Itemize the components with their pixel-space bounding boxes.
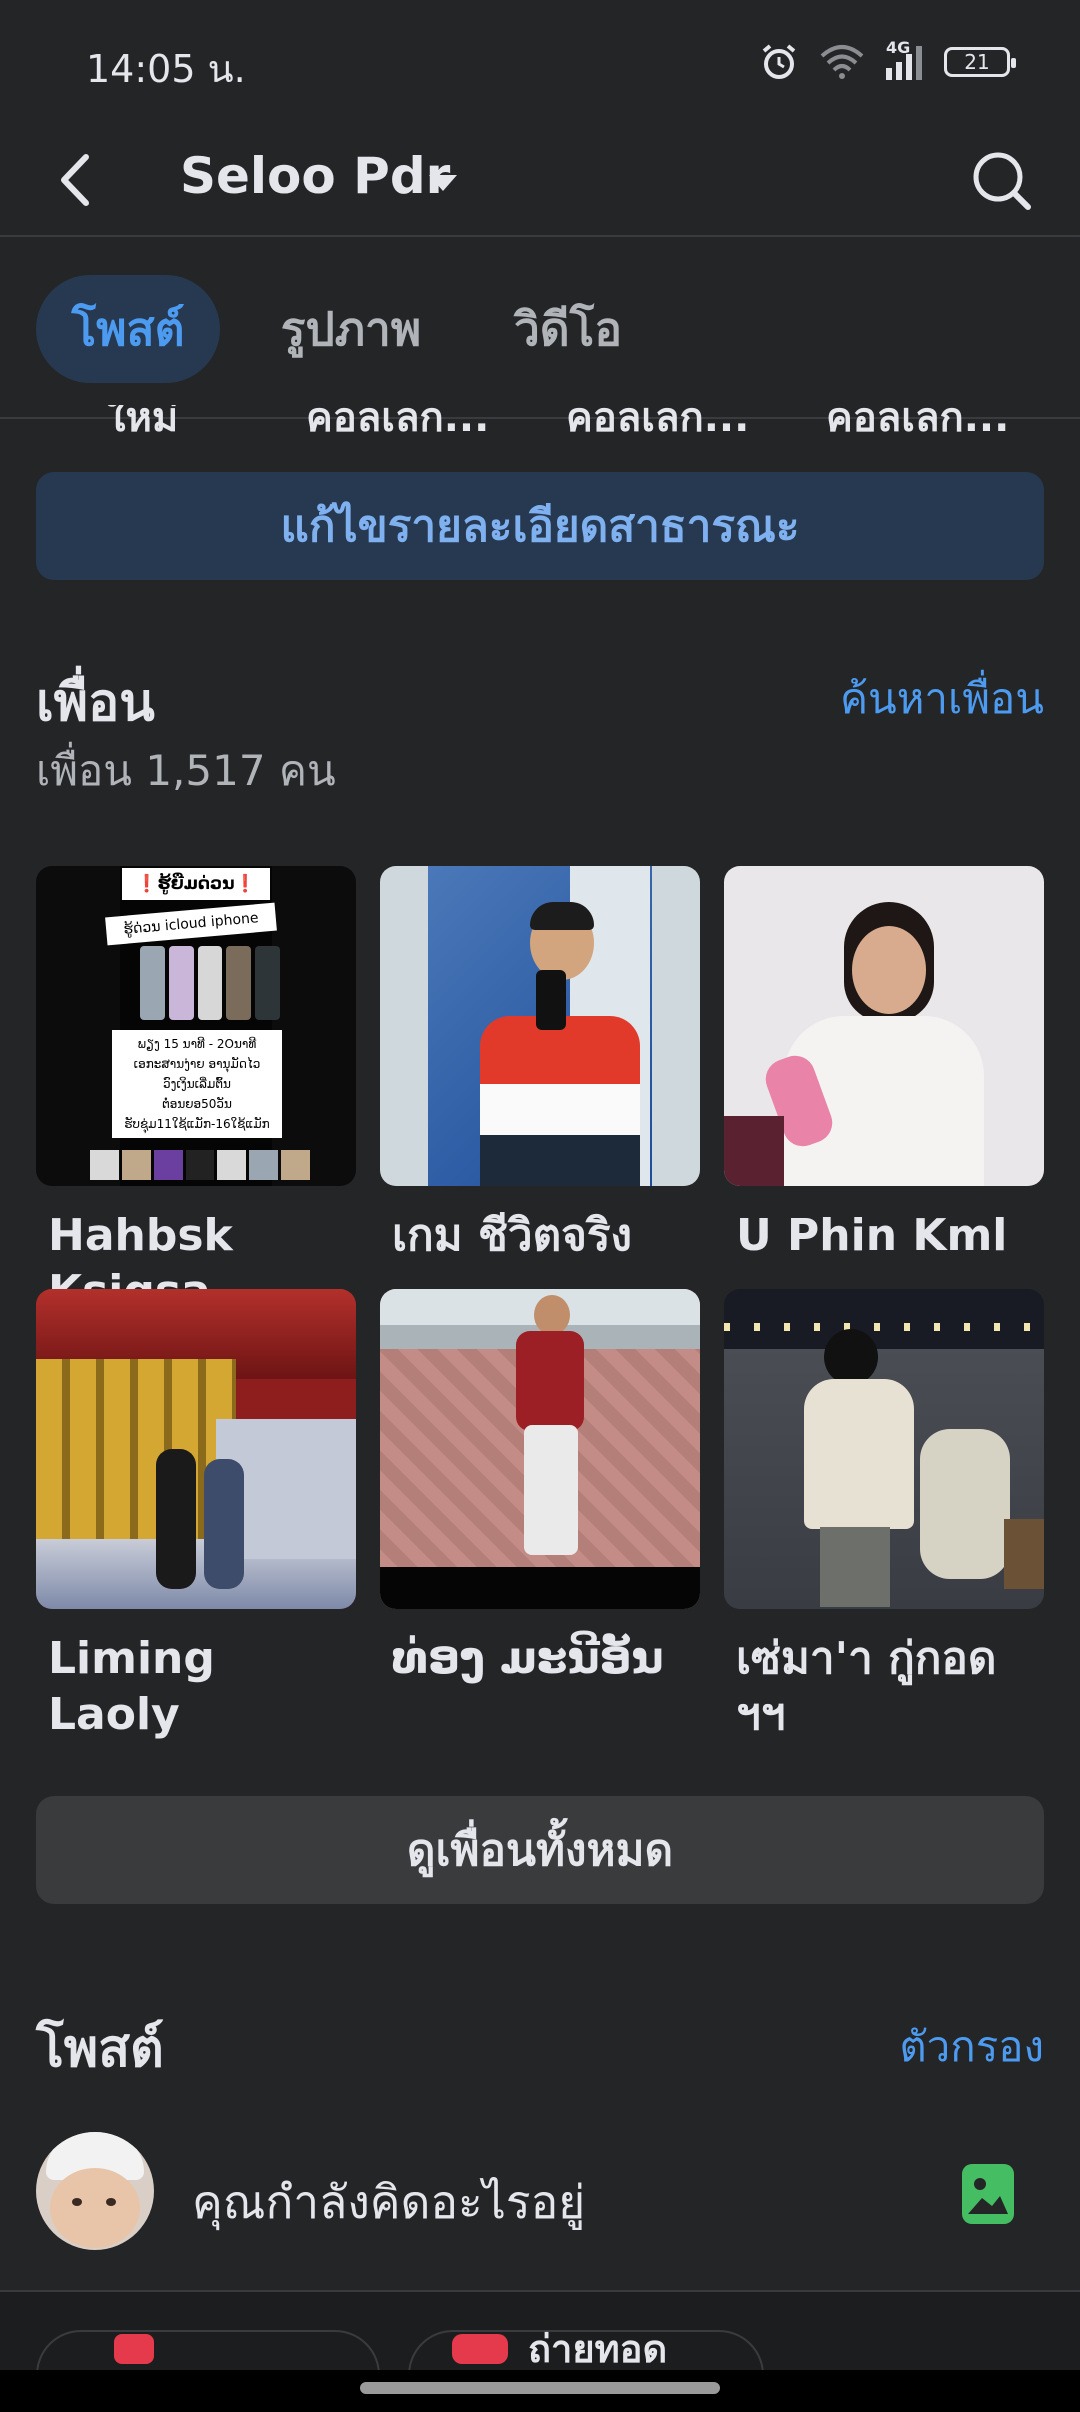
profile-name-title[interactable]: Seloo Pdr [180, 147, 450, 205]
featured-collections-row: ใหม่ คอลเลก... คอลเลก... คอลเลก... [0, 405, 1080, 441]
friend-card[interactable]: เซ่มา'า กู่กอด ฯฯ [724, 1289, 1044, 1743]
back-arrow-icon[interactable] [48, 145, 108, 215]
friend-photo[interactable]: ❗ຮູ້ຍືມດ່ວນ❗ ຮູ້ດ່ວນ icloud iphone ພຽງ 1… [36, 866, 356, 1186]
status-bar: 14:05 น. 4G 21 [0, 0, 1080, 125]
friend-photo[interactable] [724, 866, 1044, 1186]
friend-name[interactable]: U Phin Kml [724, 1208, 1044, 1264]
avatar[interactable] [36, 2132, 154, 2250]
top-app-bar: Seloo Pdr [0, 125, 1080, 237]
reels-icon [114, 2334, 154, 2364]
battery-icon: 21 [944, 47, 1016, 77]
search-icon[interactable] [962, 141, 1042, 221]
profile-tabs: โพสต์ รูปภาพ วิดีโอ [0, 239, 1080, 419]
friend-card[interactable]: ❗ຮູ້ຍືມດ່ວນ❗ ຮູ້ດ່ວນ icloud iphone ພຽງ 1… [36, 866, 356, 1320]
tab-posts[interactable]: โพสต์ [36, 275, 220, 383]
friend-card[interactable]: Liming Laoly [36, 1289, 356, 1743]
find-friends-link[interactable]: ค้นหาเพื่อน [840, 666, 1044, 732]
action-chips-row: ถ่ายทอด [0, 2290, 1080, 2370]
photo-icon[interactable] [962, 2164, 1014, 2224]
friends-section-title: เพื่อน [36, 673, 155, 733]
home-gesture-bar[interactable] [360, 2382, 720, 2394]
composer-placeholder[interactable]: คุณกำลังคิดอะไรอยู่ [192, 2166, 585, 2239]
tab-videos[interactable]: วิดีโอ [498, 275, 638, 383]
edit-public-details-button[interactable]: แก้ไขรายละเอียดสาธารณะ [36, 472, 1044, 580]
status-time: 14:05 น. [86, 47, 246, 91]
filter-link[interactable]: ตัวกรอง [899, 2014, 1044, 2080]
phone-strip [90, 1150, 311, 1180]
network-type: 4G [886, 38, 911, 57]
status-icons: 4G 21 [760, 38, 1016, 84]
tab-photos[interactable]: รูปภาพ [256, 275, 446, 383]
image-glyph-icon [968, 2178, 1008, 2214]
collection-label[interactable]: คอลเลก... [826, 405, 1009, 441]
reels-chip[interactable] [36, 2330, 380, 2370]
signal-icon: 4G [886, 38, 922, 80]
phone-image [140, 946, 280, 1020]
wifi-icon [820, 45, 864, 79]
ad-headline: ❗ຮູ້ຍືມດ່ວນ❗ [122, 868, 270, 900]
friend-name[interactable]: เซ่มา'า กู่กอด ฯฯ [724, 1631, 1024, 1743]
friend-card[interactable]: ທ່ອງ ມະນີອັນ [380, 1289, 700, 1687]
friend-photo[interactable] [380, 866, 700, 1186]
alarm-icon [762, 44, 796, 79]
chip-label: ถ่ายทอด [528, 2327, 668, 2370]
live-video-chip[interactable]: ถ่ายทอด [408, 2327, 764, 2370]
friend-photo[interactable] [724, 1289, 1044, 1609]
friend-card[interactable]: เกม ชีวิตจริง [380, 866, 700, 1264]
posts-section-title: โพสต์ [36, 2019, 164, 2079]
collection-label[interactable]: คอลเลก... [566, 405, 749, 441]
caret-down-icon[interactable] [425, 167, 461, 197]
friend-name[interactable]: เกม ชีวิตจริง [380, 1208, 700, 1264]
friend-photo[interactable] [380, 1289, 700, 1609]
friend-name[interactable]: ທ່ອງ ມະນີອັນ [380, 1631, 700, 1687]
friend-card[interactable]: U Phin Kml [724, 866, 1044, 1264]
collection-label[interactable]: ใหม่ [106, 405, 178, 441]
ad-details: ພຽງ 15 ນາທີ - 2Oນາທີ ເອກະສານງ່າຍ ອານຸມັດ… [112, 1030, 282, 1138]
collection-label[interactable]: คอลเลก... [306, 405, 489, 441]
battery-level: 21 [964, 50, 990, 74]
post-composer[interactable]: คุณกำลังคิดอะไรอยู่ [0, 2120, 1080, 2270]
system-nav-bar [0, 2370, 1080, 2412]
live-icon [452, 2334, 508, 2364]
friend-photo[interactable] [36, 1289, 356, 1609]
see-all-friends-button[interactable]: ดูเพื่อนทั้งหมด [36, 1796, 1044, 1904]
friends-count: เพื่อน 1,517 คน [36, 746, 336, 795]
friend-name[interactable]: Liming Laoly [36, 1631, 356, 1743]
